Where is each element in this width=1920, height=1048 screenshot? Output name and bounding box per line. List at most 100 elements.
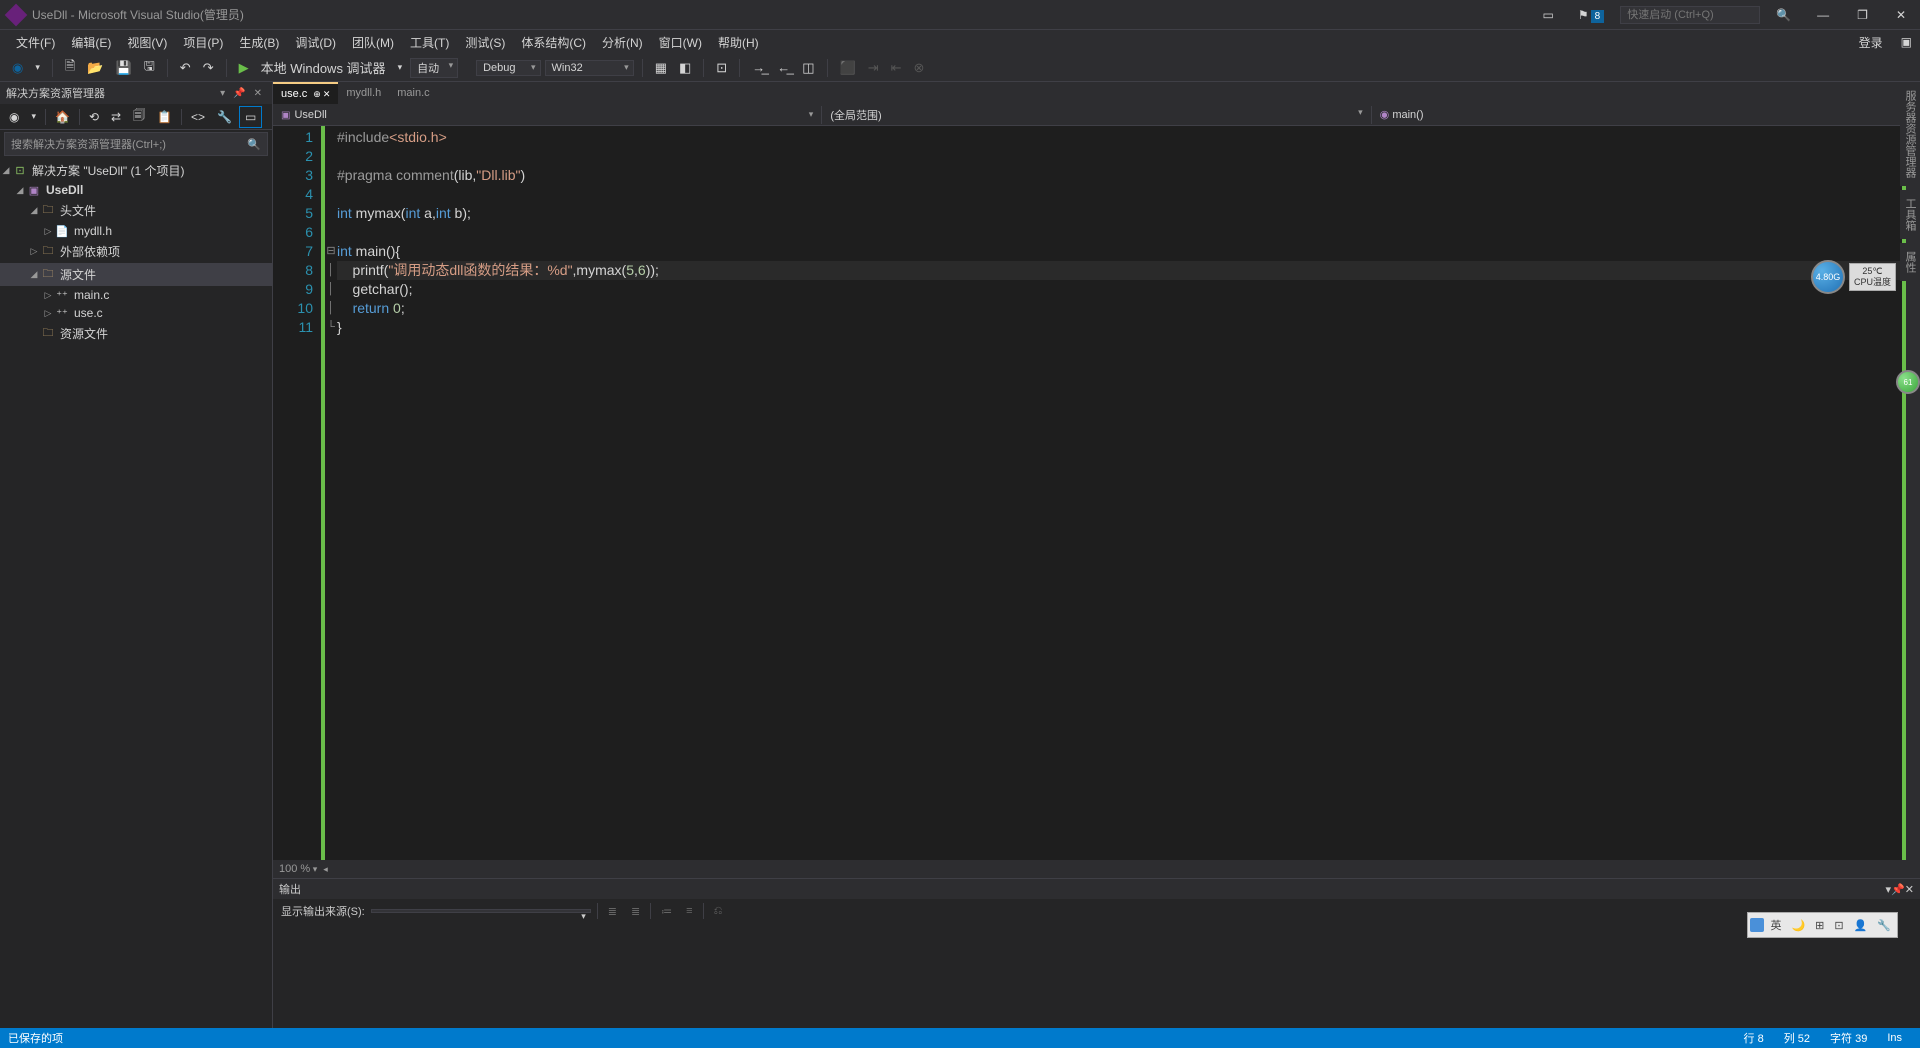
maximize-button[interactable]: ❐: [1847, 4, 1878, 26]
output-source-dropdown[interactable]: [371, 909, 591, 913]
cpu-widget[interactable]: 4.80G 25℃CPU温度: [1811, 260, 1896, 294]
st-preview-icon[interactable]: ▭: [239, 106, 262, 128]
panel-pin-icon[interactable]: 📌: [229, 86, 249, 101]
code-editor[interactable]: 1234567891011 ⊟│││└ #include<stdio.h> #p…: [273, 126, 1920, 860]
tab-pin-icon[interactable]: ⊕: [313, 89, 321, 100]
st-dd[interactable]: ▾: [26, 108, 41, 125]
config-debug-dropdown[interactable]: Debug: [476, 60, 540, 76]
tb-icon-4[interactable]: →̲: [748, 58, 769, 77]
config-platform-dropdown[interactable]: Win32: [545, 60, 634, 76]
ime-settings-icon[interactable]: 🔧: [1873, 917, 1895, 934]
ime-toolbar[interactable]: 英 🌙 ⊞ ⊡ 👤 🔧: [1747, 912, 1898, 938]
tb-icon-2[interactable]: ◧: [675, 58, 695, 78]
zoom-dropdown[interactable]: 100 %: [279, 863, 317, 875]
sources-folder[interactable]: ◢🗀源文件: [0, 263, 272, 286]
tab-close-icon[interactable]: ✕: [323, 89, 331, 100]
ot-icon-5[interactable]: ⎌: [710, 903, 727, 920]
st-collapse-icon[interactable]: 📋: [152, 107, 177, 127]
back-dd[interactable]: ▾: [31, 60, 44, 75]
dock-toolbox[interactable]: 工具箱: [1900, 190, 1920, 239]
file-use-c[interactable]: ▷⁺⁺use.c: [0, 304, 272, 322]
outline-column[interactable]: ⊟│││└: [325, 126, 337, 860]
tb-icon-8[interactable]: ⇤: [887, 58, 906, 78]
save-icon[interactable]: 💾: [112, 58, 136, 78]
green-widget[interactable]: 61: [1896, 370, 1920, 394]
output-pin-icon[interactable]: 📌: [1891, 883, 1905, 896]
menu-debug[interactable]: 调试(D): [287, 30, 344, 55]
open-icon[interactable]: 📂: [83, 58, 107, 78]
close-button[interactable]: ✕: [1886, 4, 1916, 26]
menu-view[interactable]: 视图(V): [119, 30, 175, 55]
headers-folder[interactable]: ◢🗀头文件: [0, 199, 272, 222]
tab-use-c[interactable]: use.c ⊕✕: [273, 82, 338, 104]
menu-file[interactable]: 文件(F): [8, 30, 63, 55]
st-back-icon[interactable]: ◉: [4, 107, 24, 127]
file-mydll-h[interactable]: ▷📄mydll.h: [0, 222, 272, 240]
ime-moon-icon[interactable]: 🌙: [1787, 917, 1809, 934]
output-close-icon[interactable]: ✕: [1905, 883, 1914, 896]
menu-test[interactable]: 测试(S): [457, 30, 513, 55]
ot-icon-2[interactable]: ≣: [627, 903, 644, 920]
st-home-icon[interactable]: 🏠: [50, 107, 75, 127]
file-main-c[interactable]: ▷⁺⁺main.c: [0, 286, 272, 304]
resources-folder[interactable]: 🗀资源文件: [0, 322, 272, 345]
solution-root[interactable]: ◢⊡解决方案 "UseDll" (1 个项目): [0, 160, 272, 181]
nav-func[interactable]: ◉ main(): [1372, 106, 1920, 123]
search-icon[interactable]: 🔍: [1768, 4, 1799, 26]
tb-icon-6[interactable]: ◫: [798, 58, 818, 78]
debug-dd[interactable]: ▾: [394, 60, 407, 75]
ime-icon-1[interactable]: ⊞: [1811, 917, 1828, 934]
nav-scope[interactable]: (全局范围): [822, 105, 1370, 125]
tb-icon-5[interactable]: ←̲: [773, 58, 794, 77]
code-text[interactable]: #include<stdio.h> #pragma comment(lib,"D…: [337, 126, 1902, 860]
ot-icon-3[interactable]: ≔: [657, 903, 676, 920]
menu-arch[interactable]: 体系结构(C): [513, 30, 594, 55]
config-auto-dropdown[interactable]: 自动: [410, 58, 458, 78]
ime-lang[interactable]: 英: [1766, 915, 1785, 935]
output-body[interactable]: [273, 923, 1920, 1028]
menu-analyze[interactable]: 分析(N): [594, 30, 651, 55]
solution-search[interactable]: 搜索解决方案资源管理器(Ctrl+;) 🔍: [4, 132, 268, 156]
panel-close-icon[interactable]: ✕: [250, 86, 266, 101]
new-file-icon[interactable]: 🗎: [61, 55, 79, 81]
feedback-icon[interactable]: ▭: [1535, 4, 1562, 26]
ime-icon-3[interactable]: 👤: [1850, 917, 1872, 934]
external-folder[interactable]: ▷🗀外部依赖项: [0, 240, 272, 263]
st-props-icon[interactable]: 🔧: [212, 107, 237, 127]
back-button[interactable]: ◉: [8, 58, 27, 78]
redo-icon[interactable]: ↷: [199, 58, 218, 78]
ime-logo-icon[interactable]: [1750, 918, 1764, 932]
quicklaunch-input[interactable]: [1620, 6, 1760, 24]
st-showall-icon[interactable]: 🗐: [128, 103, 150, 130]
tab-main-c[interactable]: main.c: [389, 82, 437, 104]
menu-team[interactable]: 团队(M): [344, 30, 402, 55]
project-node[interactable]: ◢▣UseDll: [0, 181, 272, 199]
debug-target-dropdown[interactable]: 本地 Windows 调试器: [257, 56, 390, 79]
menu-help[interactable]: 帮助(H): [710, 30, 767, 55]
st-refresh-icon[interactable]: ⟲: [84, 107, 104, 127]
dock-properties[interactable]: 属性: [1900, 243, 1920, 281]
st-code-icon[interactable]: <>: [186, 107, 210, 127]
menu-window[interactable]: 窗口(W): [651, 30, 710, 55]
tb-icon-1[interactable]: ▦: [651, 58, 671, 78]
save-all-icon[interactable]: 🖫: [140, 55, 159, 81]
ime-icon-2[interactable]: ⊡: [1830, 917, 1847, 934]
signin-link[interactable]: 登录: [1849, 30, 1893, 55]
notifications-icon[interactable]: ⚑8: [1570, 4, 1612, 26]
dock-server-explorer[interactable]: 服务器资源管理器: [1900, 82, 1920, 186]
minimize-button[interactable]: —: [1807, 4, 1839, 26]
bookmark-icon[interactable]: ⬛: [836, 58, 860, 78]
menu-edit[interactable]: 编辑(E): [63, 30, 119, 55]
menu-build[interactable]: 生成(B): [231, 30, 287, 55]
profile-icon[interactable]: ▣: [1893, 31, 1920, 53]
st-sync-icon[interactable]: ⇄: [106, 107, 126, 127]
tab-mydll-h[interactable]: mydll.h: [338, 82, 389, 104]
tb-icon-3[interactable]: ⊡: [712, 58, 731, 78]
start-debug-button[interactable]: ▶: [235, 58, 253, 78]
ot-icon-4[interactable]: ≡: [682, 903, 696, 919]
panel-dropdown-icon[interactable]: ▾: [216, 86, 229, 101]
menu-project[interactable]: 项目(P): [175, 30, 231, 55]
menu-tools[interactable]: 工具(T): [402, 30, 457, 55]
ot-icon-1[interactable]: ≣: [604, 903, 621, 920]
tb-icon-9[interactable]: ⊗: [910, 58, 929, 78]
